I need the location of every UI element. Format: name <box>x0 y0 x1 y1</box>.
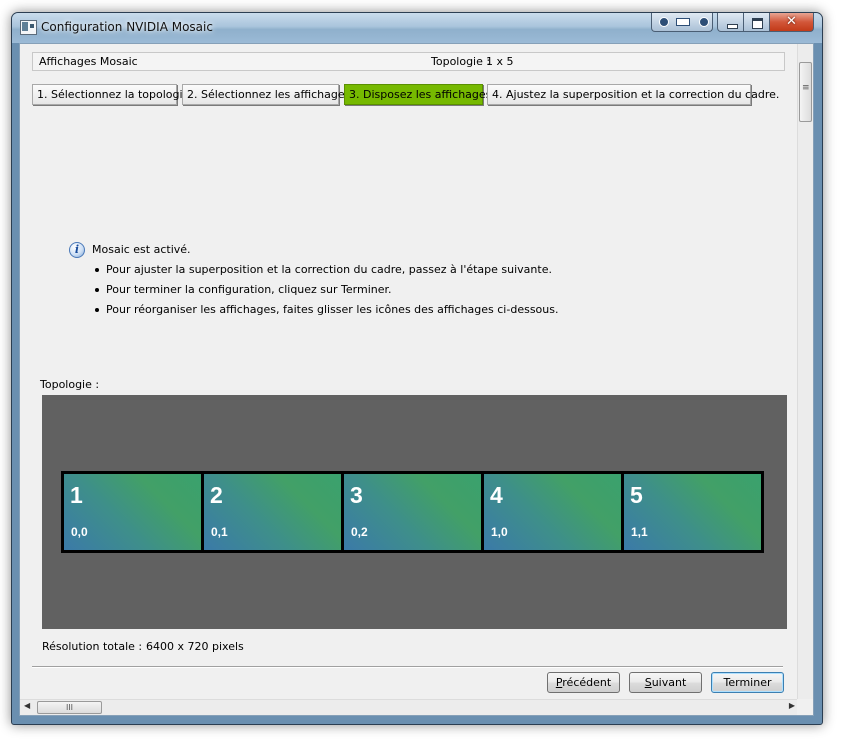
resolution-label: Résolution totale : <box>42 640 143 653</box>
previous-button[interactable]: Précédent <box>547 672 620 693</box>
display-coordinate: 0,1 <box>211 525 228 539</box>
pin-icon[interactable] <box>696 16 710 27</box>
header-topology-value: 1 x 5 <box>486 55 514 68</box>
title-bar[interactable]: Configuration NVIDIA Mosaic ✕ <box>12 13 822 43</box>
display-tile-1[interactable]: 1 0,0 <box>64 474 201 550</box>
info-bullet: Pour terminer la configuration, cliquez … <box>92 283 558 303</box>
display-number: 4 <box>490 482 503 508</box>
step-1-select-topology[interactable]: 1. Sélectionnez la topologie. <box>32 84 193 105</box>
scroll-left-arrow-icon[interactable]: ◀ <box>24 701 30 710</box>
display-coordinate: 0,2 <box>351 525 368 539</box>
maximize-button[interactable] <box>743 13 770 32</box>
topology-panel: 1 0,0 2 0,1 3 0,2 4 1,0 5 1,1 <box>42 395 787 629</box>
next-label: uivant <box>651 676 687 689</box>
display-coordinate: 0,0 <box>71 525 88 539</box>
horizontal-scrollbar[interactable]: ◀ III ▶ <box>20 699 799 715</box>
display-coordinate: 1,0 <box>491 525 508 539</box>
close-button[interactable]: ✕ <box>769 13 814 32</box>
extra-title-buttons <box>651 13 713 32</box>
resolution-value: 6400 x 720 pixels <box>146 640 244 653</box>
step-2-select-displays[interactable]: 2. Sélectionnez les affichages. <box>182 84 354 105</box>
display-number: 3 <box>350 482 363 508</box>
display-number: 2 <box>210 482 223 508</box>
client-area: Affichages Mosaic Topologie : 1 x 5 1. S… <box>19 43 814 716</box>
minimize-button[interactable] <box>717 13 744 32</box>
info-icon: i <box>69 242 85 258</box>
size-grip[interactable] <box>797 699 813 715</box>
horizontal-scroll-thumb[interactable]: III <box>37 701 102 714</box>
display-tile-5[interactable]: 5 1,1 <box>624 474 761 550</box>
pin-icon[interactable] <box>656 16 670 27</box>
step-4-adjust-overlap[interactable]: 4. Ajustez la superposition et la correc… <box>487 84 779 105</box>
display-coordinate: 1,1 <box>631 525 648 539</box>
display-tile-3[interactable]: 3 0,2 <box>344 474 481 550</box>
display-strip: 1 0,0 2 0,1 3 0,2 4 1,0 5 1,1 <box>61 471 764 553</box>
header-topology-label: Topologie : <box>431 55 491 68</box>
next-button[interactable]: Suivant <box>629 672 702 693</box>
display-number: 5 <box>630 482 643 508</box>
display-tile-2[interactable]: 2 0,1 <box>204 474 341 550</box>
header-bar: Affichages Mosaic Topologie : 1 x 5 <box>32 52 785 71</box>
step-3-arrange-displays[interactable]: 3. Disposez les affichages. <box>344 84 495 105</box>
display-tile-4[interactable]: 4 1,0 <box>484 474 621 550</box>
window-title: Configuration NVIDIA Mosaic <box>41 20 213 34</box>
vertical-scroll-thumb[interactable] <box>799 62 812 122</box>
next-accelerator: S <box>644 676 652 689</box>
info-bullet-list: Pour ajuster la superposition et la corr… <box>92 263 558 323</box>
app-icon <box>20 20 37 35</box>
header-title: Affichages Mosaic <box>39 55 138 68</box>
window: Configuration NVIDIA Mosaic ✕ Affichages… <box>11 12 823 725</box>
display-number: 1 <box>70 482 83 508</box>
info-bullet: Pour réorganiser les affichages, faites … <box>92 303 558 323</box>
finish-button[interactable]: Terminer <box>711 672 784 693</box>
info-title: Mosaic est activé. <box>92 243 191 256</box>
separator <box>32 666 783 668</box>
window-tile-icon[interactable] <box>675 16 691 27</box>
info-bullet: Pour ajuster la superposition et la corr… <box>92 263 558 283</box>
topology-label: Topologie : <box>40 378 100 391</box>
previous-label: récédent <box>562 676 612 689</box>
vertical-scrollbar[interactable] <box>797 44 813 700</box>
scroll-right-arrow-icon[interactable]: ▶ <box>789 701 795 710</box>
